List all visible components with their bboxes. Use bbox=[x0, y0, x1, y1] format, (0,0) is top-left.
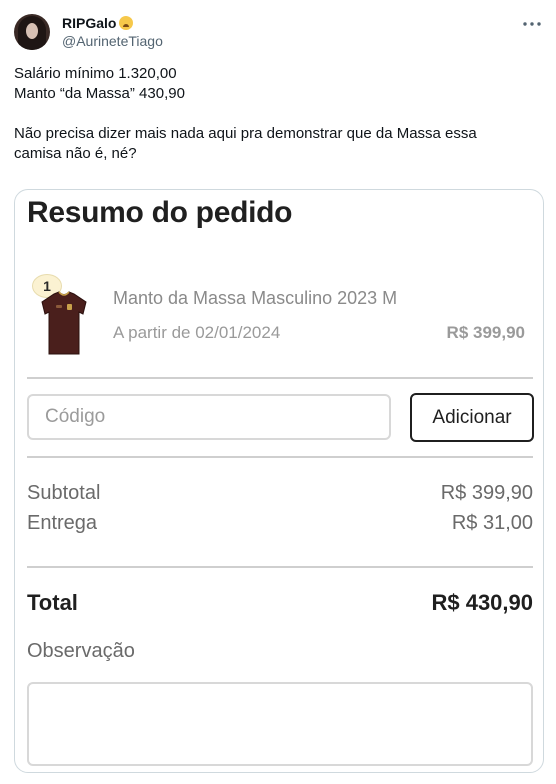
author-handle[interactable]: @AurineteTiago bbox=[62, 32, 163, 50]
jersey-icon bbox=[41, 291, 87, 355]
order-summary-title: Resumo do pedido bbox=[27, 196, 293, 229]
avatar[interactable] bbox=[14, 14, 50, 50]
delivery-value: R$ 31,00 bbox=[451, 512, 533, 534]
divider bbox=[27, 566, 533, 568]
tweet-line: Não precisa dizer mais nada aqui pra dem… bbox=[14, 125, 477, 142]
tweet-line: camisa não é, né? bbox=[14, 145, 137, 162]
coupon-code-input[interactable] bbox=[27, 394, 391, 440]
product-name: Manto da Massa Masculino 2023 M bbox=[113, 288, 398, 308]
product-availability-date: A partir de 02/01/2024 bbox=[113, 323, 281, 342]
tweet-text: Salário mínimo 1.320,00 Manto “da Massa”… bbox=[14, 64, 534, 164]
total-label: Total bbox=[27, 590, 78, 615]
divider bbox=[27, 377, 533, 379]
total-value: R$ 430,90 bbox=[431, 590, 533, 615]
product-price: R$ 399,90 bbox=[446, 323, 525, 342]
add-coupon-button[interactable]: Adicionar bbox=[410, 393, 534, 442]
subtotal-label: Subtotal bbox=[27, 482, 101, 504]
tweet-media-image[interactable]: Resumo do pedido 1 Manto da Massa Mascul… bbox=[14, 189, 544, 773]
tweet-line: Manto “da Massa” 430,90 bbox=[14, 85, 185, 102]
ellipsis-icon bbox=[523, 22, 541, 26]
display-name[interactable]: RIPGalo bbox=[62, 15, 116, 31]
divider bbox=[27, 456, 533, 458]
notes-textarea[interactable] bbox=[27, 682, 533, 766]
avatar-face bbox=[26, 23, 38, 39]
subtotal-value: R$ 399,90 bbox=[440, 482, 533, 504]
delivery-label: Entrega bbox=[27, 512, 98, 534]
tweet: RIPGalo @AurineteTiago Salário mínimo 1.… bbox=[0, 0, 556, 784]
author-info: RIPGalo @AurineteTiago bbox=[62, 14, 163, 50]
tweet-line: Salário mínimo 1.320,00 bbox=[14, 65, 177, 82]
more-options-icon[interactable] bbox=[522, 14, 542, 34]
display-name-row[interactable]: RIPGalo bbox=[62, 14, 163, 32]
anxious-face-emoji-icon bbox=[119, 16, 134, 30]
notes-label: Observação bbox=[27, 640, 135, 662]
